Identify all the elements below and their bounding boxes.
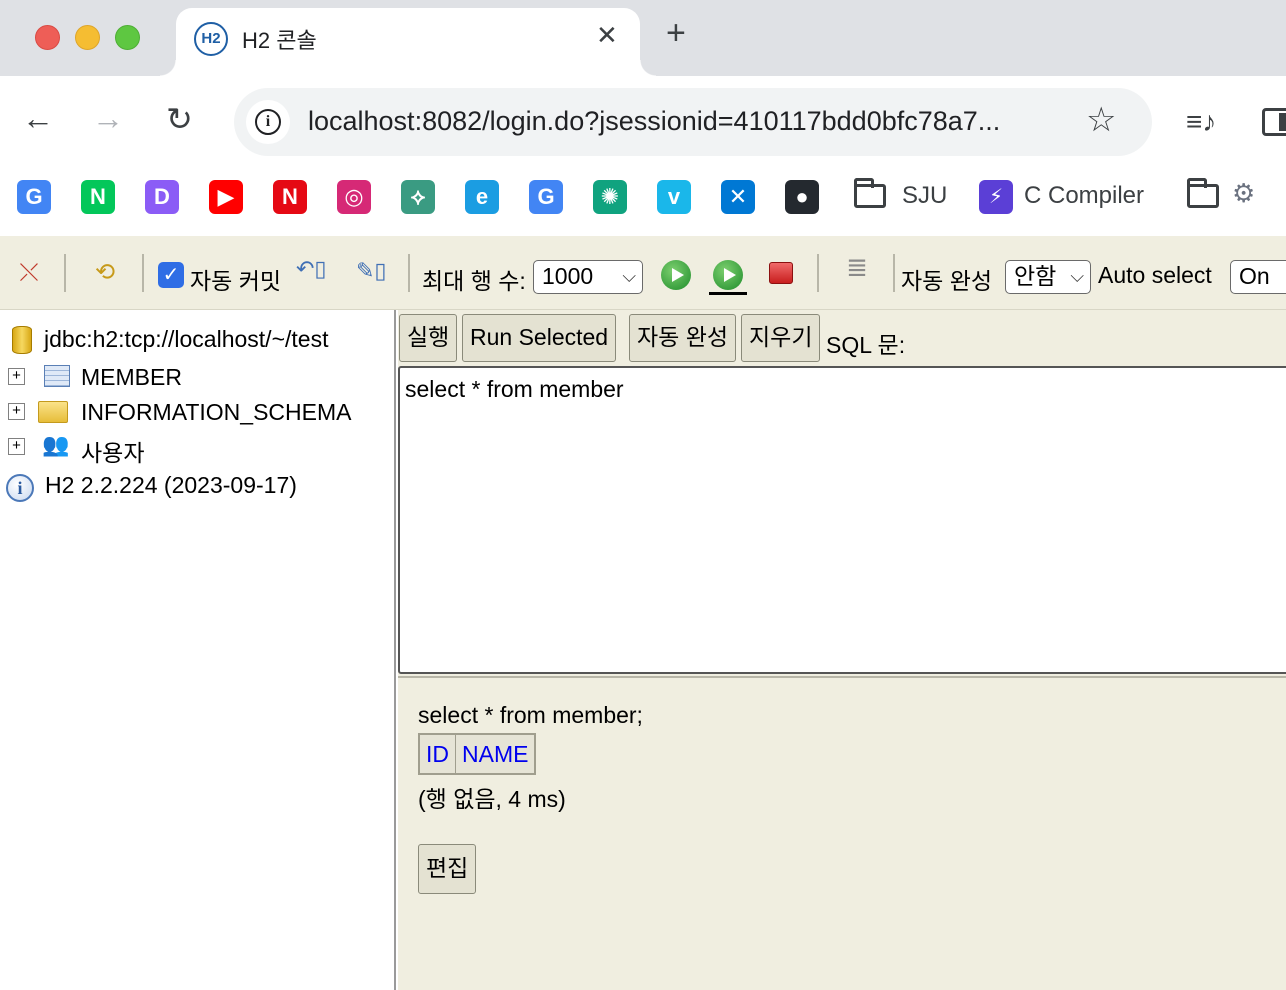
close-window-button[interactable] bbox=[35, 25, 60, 50]
clear-button[interactable]: 지우기 bbox=[741, 314, 821, 362]
netflix-bookmark-icon[interactable]: N bbox=[273, 180, 307, 214]
run-selected-icon[interactable] bbox=[713, 260, 743, 290]
d-bookmark-icon[interactable]: D bbox=[145, 180, 179, 214]
rollback-icon[interactable]: ↶▯ bbox=[296, 254, 327, 284]
folder-icon[interactable] bbox=[854, 178, 886, 208]
connection-url: jdbc:h2:tcp://localhost/~/test bbox=[44, 326, 329, 352]
expand-icon[interactable]: + bbox=[8, 438, 25, 455]
browser-toolbar: ← → ↻ i localhost:8082/login.do?jsession… bbox=[0, 76, 1286, 168]
result-status: (행 없음, 4 ms) bbox=[418, 786, 566, 812]
google-bookmark-2-icon[interactable]: G bbox=[529, 180, 563, 214]
folder-icon bbox=[38, 401, 68, 423]
chevron-down-icon: ⌵ bbox=[1070, 266, 1084, 286]
schema-tree: jdbc:h2:tcp://localhost/~/test + MEMBER … bbox=[0, 310, 396, 990]
panel-divider[interactable] bbox=[398, 676, 1286, 678]
max-rows-select[interactable]: 1000 ⌵ bbox=[533, 260, 643, 294]
autocomplete-select[interactable]: 안함 ⌵ bbox=[1005, 260, 1091, 294]
bookmark-folder-sju[interactable]: SJU bbox=[902, 182, 947, 210]
c-compiler-bookmark-icon[interactable]: ⚡ bbox=[979, 180, 1013, 214]
autoselect-select[interactable]: On bbox=[1230, 260, 1286, 294]
autocomplete-label: 자동 완성 bbox=[901, 268, 993, 294]
bookmark-c-compiler[interactable]: C Compiler bbox=[1024, 182, 1144, 210]
tab-title: H2 콘솔 bbox=[242, 28, 317, 53]
sql-editor-text[interactable]: select * from member bbox=[405, 376, 624, 403]
autocommit-checkbox[interactable]: ✓ bbox=[158, 262, 184, 288]
toolbar-separator bbox=[893, 254, 895, 292]
reload-icon[interactable]: ↻ bbox=[166, 100, 193, 138]
edit-button[interactable]: 편집 bbox=[418, 844, 477, 894]
back-arrow-icon[interactable]: ← bbox=[22, 100, 54, 137]
result-table: ID NAME bbox=[418, 733, 537, 775]
bookmarks-bar: G N D ▶ N ◎ ⟡ e G ✺ v ✕ ● SJU ⚡ C Compiler ⚙ bbox=[0, 168, 1286, 236]
address-bar[interactable]: i localhost:8082/login.do?jsessionid=410… bbox=[234, 88, 1152, 156]
tree-item-label: INFORMATION_SCHEMA bbox=[81, 399, 352, 425]
run-icon[interactable] bbox=[661, 260, 691, 290]
h2-favicon-icon: H2 bbox=[194, 22, 228, 56]
minimize-window-button[interactable] bbox=[75, 25, 100, 50]
git-graph-bookmark-icon[interactable]: ⟡ bbox=[401, 180, 435, 214]
h2-toolbar: ⤬ ⟲ ✓ 자동 커밋 ↶▯ ✎▯ 최대 행 수: 1000 ⌵ ≣ 자동 완성 … bbox=[0, 236, 1286, 310]
column-header-name[interactable]: NAME bbox=[455, 733, 536, 775]
info-icon: i bbox=[6, 474, 34, 502]
version-text: H2 2.2.224 (2023-09-17) bbox=[45, 472, 297, 498]
stop-icon[interactable] bbox=[769, 262, 793, 284]
vscode-bookmark-icon[interactable]: ✕ bbox=[721, 180, 755, 214]
sql-label: SQL 문: bbox=[826, 332, 906, 358]
toolbar-separator bbox=[142, 254, 144, 292]
toolbar-separator bbox=[408, 254, 410, 292]
result-sql: select * from member; bbox=[418, 702, 643, 728]
chevron-down-icon: ⌵ bbox=[622, 266, 636, 286]
run-selected-underline bbox=[709, 292, 747, 295]
commit-icon[interactable]: ✎▯ bbox=[356, 256, 387, 286]
autoselect-label: Auto select bbox=[1098, 262, 1212, 288]
tree-item-label: 사용자 bbox=[81, 440, 145, 466]
table-header-row: ID NAME bbox=[418, 733, 536, 775]
naver-bookmark-icon[interactable]: N bbox=[81, 180, 115, 214]
gear-icon[interactable]: ⚙ bbox=[1232, 178, 1255, 209]
disconnect-icon[interactable]: ⤬ bbox=[14, 258, 44, 288]
instagram-bookmark-icon[interactable]: ◎ bbox=[337, 180, 371, 214]
query-panel: 실행 Run Selected 자동 완성 지우기 SQL 문: select … bbox=[398, 310, 1286, 990]
bookmark-star-icon[interactable]: ☆ bbox=[1086, 100, 1116, 140]
side-panel-icon[interactable] bbox=[1262, 108, 1286, 136]
column-header-id[interactable]: ID bbox=[418, 733, 456, 775]
edge-bookmark-icon[interactable]: e bbox=[465, 180, 499, 214]
media-control-icon[interactable]: ≡♪ bbox=[1186, 106, 1216, 138]
browser-tab[interactable]: H2 H2 콘솔 ✕ bbox=[160, 8, 656, 76]
site-info-icon[interactable]: i bbox=[246, 100, 290, 144]
chatgpt-bookmark-icon[interactable]: ✺ bbox=[593, 180, 627, 214]
run-selected-button[interactable]: Run Selected bbox=[462, 314, 617, 362]
new-tab-icon[interactable]: + bbox=[666, 14, 686, 53]
autocomplete-button[interactable]: 자동 완성 bbox=[629, 314, 737, 362]
maximize-window-button[interactable] bbox=[115, 25, 140, 50]
tab-strip: H2 H2 콘솔 ✕ + bbox=[0, 0, 1286, 76]
table-icon bbox=[44, 365, 70, 387]
github-bookmark-icon[interactable]: ● bbox=[785, 180, 819, 214]
sql-editor[interactable]: select * from member bbox=[398, 366, 1286, 674]
refresh-icon[interactable]: ⟲ bbox=[90, 258, 120, 288]
url-text[interactable]: localhost:8082/login.do?jsessionid=41011… bbox=[308, 106, 1000, 137]
youtube-bookmark-icon[interactable]: ▶ bbox=[209, 180, 243, 214]
vimeo-bookmark-icon[interactable]: v bbox=[657, 180, 691, 214]
google-bookmark-icon[interactable]: G bbox=[17, 180, 51, 214]
forward-arrow-icon[interactable]: → bbox=[92, 100, 124, 137]
database-icon bbox=[12, 326, 32, 354]
max-rows-label: 최대 행 수: bbox=[422, 268, 526, 294]
toolbar-separator bbox=[64, 254, 66, 292]
expand-icon[interactable]: + bbox=[8, 403, 25, 420]
autocommit-label: 자동 커밋 bbox=[190, 268, 282, 294]
folder-icon[interactable] bbox=[1187, 178, 1219, 208]
expand-icon[interactable]: + bbox=[8, 368, 25, 385]
run-button[interactable]: 실행 bbox=[399, 314, 458, 362]
tab-close-icon[interactable]: ✕ bbox=[596, 20, 618, 51]
toolbar-separator bbox=[817, 254, 819, 292]
users-icon: 👥 bbox=[42, 432, 70, 457]
tree-item-label: MEMBER bbox=[81, 364, 182, 390]
history-icon[interactable]: ≣ bbox=[842, 252, 872, 282]
